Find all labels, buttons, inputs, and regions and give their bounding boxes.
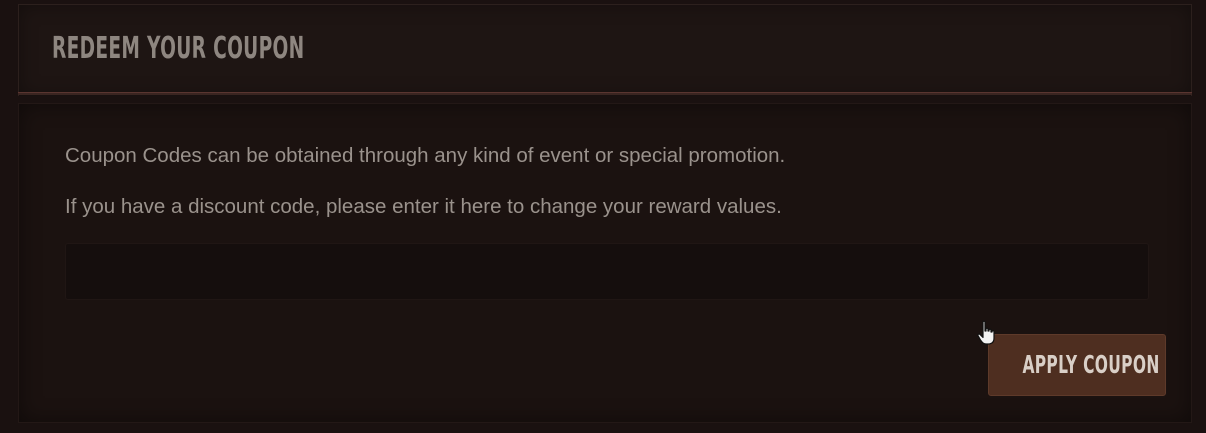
redeem-coupon-header: REDEEM YOUR COUPON (18, 4, 1192, 96)
coupon-form-panel: Coupon Codes can be obtained through any… (18, 103, 1192, 423)
hand-pointer-icon (977, 320, 995, 345)
discount-info-text: If you have a discount code, please ente… (65, 195, 782, 218)
page-title: REDEEM YOUR COUPON (52, 31, 305, 66)
coupon-info-text: Coupon Codes can be obtained through any… (65, 144, 786, 167)
header-divider (18, 92, 1192, 95)
apply-coupon-label: APPLY COUPON (1022, 350, 1160, 379)
apply-coupon-button[interactable]: APPLY COUPON (988, 334, 1166, 396)
coupon-code-input[interactable] (65, 243, 1149, 300)
